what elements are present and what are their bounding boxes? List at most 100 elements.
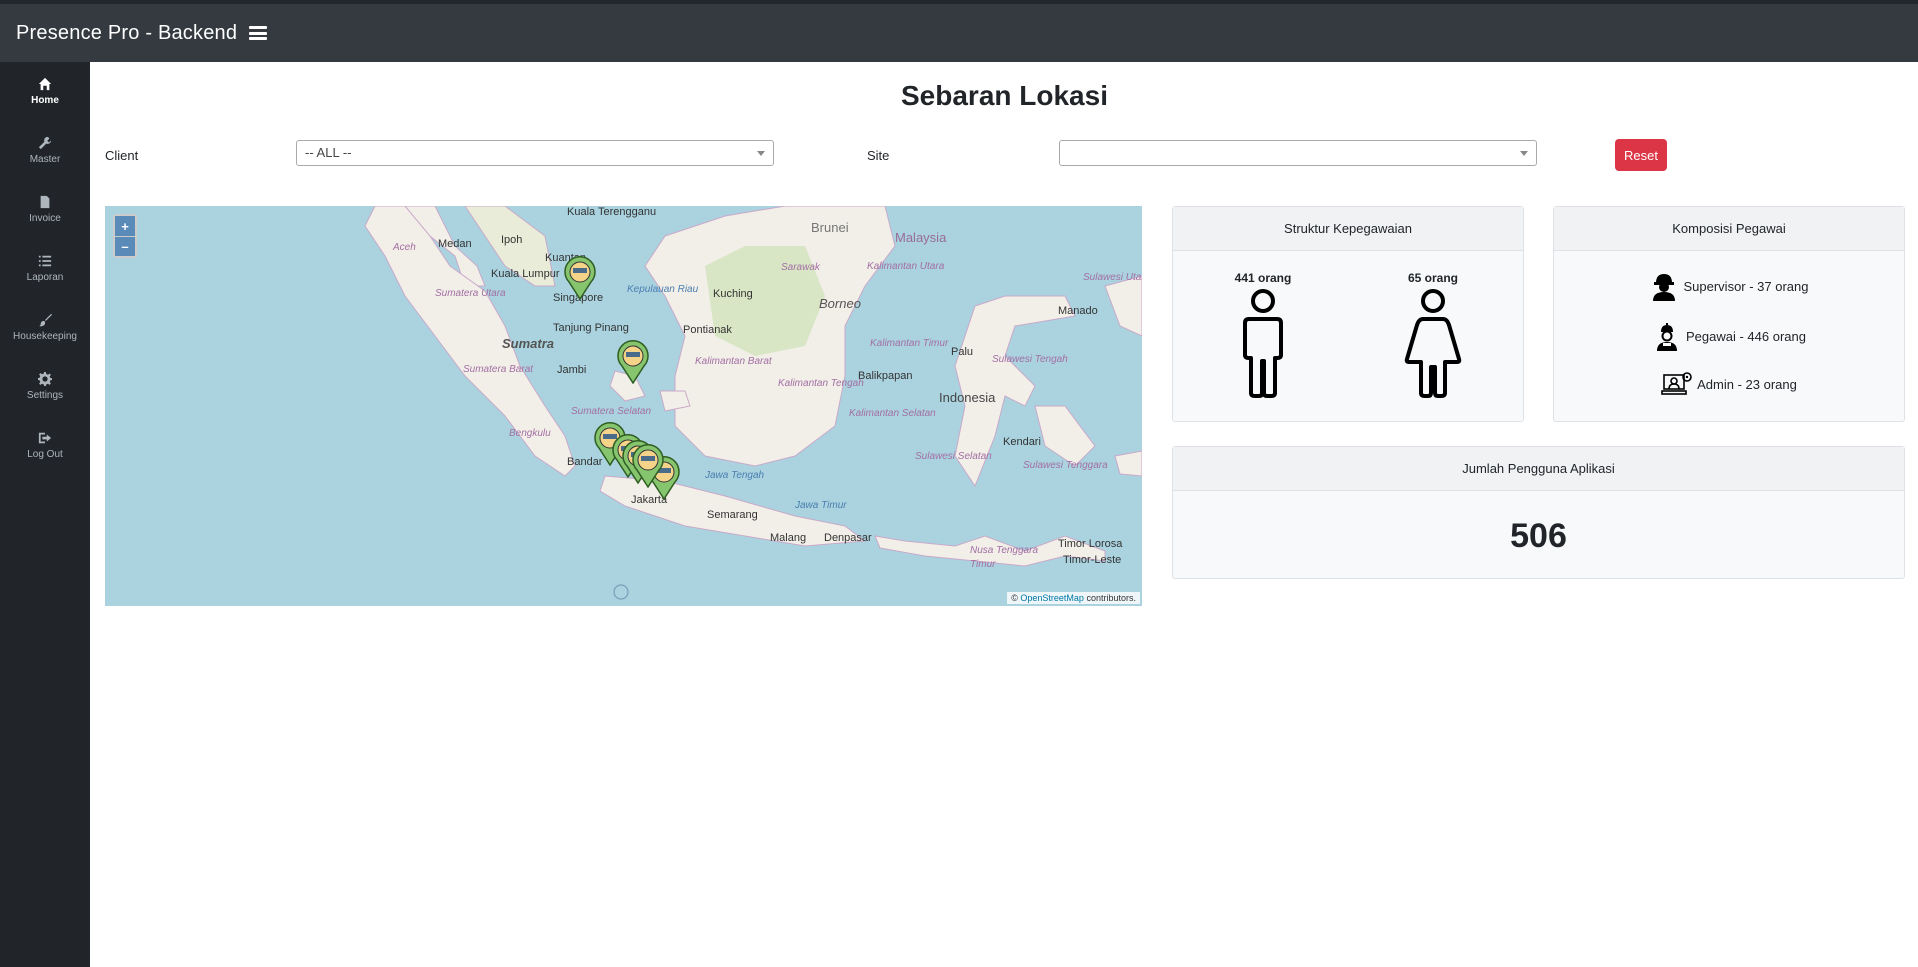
client-label: Client: [105, 148, 139, 163]
sidebar-item-label: Master: [29, 154, 61, 165]
map-label: Timor Lorosa: [1058, 538, 1123, 550]
female-count: 65 orang: [1407, 271, 1458, 285]
map-label: Kalimantan Selatan: [849, 408, 936, 419]
sidebar-item-master[interactable]: Master: [0, 121, 90, 180]
map-label: Denpasar: [824, 532, 872, 544]
chevron-down-icon: [1520, 151, 1528, 156]
komposisi-card: Komposisi Pegawai Supervisor - 37 orang …: [1553, 206, 1905, 422]
client-select[interactable]: -- ALL --: [296, 140, 774, 166]
pegawai-text: Pegawai - 446 orang: [1686, 328, 1806, 344]
client-select-value: -- ALL --: [305, 145, 352, 160]
map-label: Kalimantan Tengah: [778, 378, 864, 389]
brush-icon: [38, 313, 52, 327]
supervisor-icon: [1653, 274, 1676, 301]
map-label: Kuching: [713, 288, 753, 300]
map-label: Brunei: [811, 220, 849, 235]
sidebar-item-label: Settings: [26, 390, 64, 401]
top-navbar: Presence Pro - Backend: [0, 0, 1918, 62]
wrench-icon: [38, 136, 52, 150]
sidebar-item-settings[interactable]: Settings: [0, 357, 90, 416]
male-icon: [1243, 289, 1283, 398]
sidebar-item-label: Laporan: [26, 272, 64, 283]
zoom-out-button[interactable]: –: [115, 236, 135, 256]
worker-icon: [1657, 323, 1677, 351]
chevron-down-icon: [757, 151, 765, 156]
main-content: Sebaran Lokasi Client -- ALL -- Site Res…: [90, 62, 1918, 967]
map-label: Jambi: [557, 364, 587, 376]
list-icon: [38, 255, 52, 267]
supervisor-text: Supervisor - 37 orang: [1683, 278, 1809, 294]
pengguna-card-title: Jumlah Pengguna Aplikasi: [1173, 447, 1904, 491]
map-label: Kuala Terengganu: [567, 206, 657, 218]
site-select[interactable]: [1059, 140, 1537, 166]
map-label: Manado: [1058, 305, 1098, 317]
pengguna-count: 506: [1510, 517, 1567, 555]
map-label: Kuala Lumpur: [491, 268, 560, 280]
sidebar-item-logout[interactable]: Log Out: [0, 416, 90, 475]
sidebar-item-label: Housekeeping: [13, 331, 77, 342]
admin-icon: [1661, 372, 1692, 395]
logout-icon: [38, 432, 52, 444]
map-label: Sumatera Selatan: [571, 406, 652, 417]
gear-icon: [38, 372, 52, 386]
map-label: Pontianak: [683, 324, 732, 336]
location-marker[interactable]: [631, 444, 665, 488]
map-label: Medan: [438, 238, 472, 250]
map-label: Jawa Timur: [795, 500, 847, 511]
map-label: Palu: [951, 346, 974, 358]
female-stat: 65 orang: [1383, 271, 1483, 399]
sidebar-item-laporan[interactable]: Laporan: [0, 239, 90, 298]
map-label: Nusa Tenggara Timur: [970, 545, 1039, 570]
struktur-card-title: Struktur Kepegawaian: [1173, 207, 1523, 251]
pegawai-row: Pegawai - 446 orang: [1554, 321, 1904, 351]
map-label: Bengkulu: [509, 428, 551, 439]
map-label: Semarang: [707, 509, 758, 521]
map-label: Jawa Tengah: [705, 470, 765, 481]
map-label: Sulawesi Tengah: [992, 354, 1068, 365]
location-marker[interactable]: [616, 340, 650, 384]
male-count: 441 orang: [1234, 271, 1292, 285]
map-label: Aceh: [393, 242, 416, 253]
home-icon: [38, 77, 52, 91]
location-map[interactable]: Kuala Terengganu Brunei Malaysia Medan A…: [105, 206, 1142, 606]
map-label: Kepulauan Riau: [627, 284, 699, 295]
map-label: Malaysia: [895, 230, 947, 245]
map-label: Sarawak: [781, 262, 820, 273]
page-title: Sebaran Lokasi: [901, 80, 1108, 111]
reset-button[interactable]: Reset: [1615, 139, 1667, 171]
map-label: Malang: [770, 532, 807, 544]
sidebar-item-invoice[interactable]: Invoice: [0, 180, 90, 239]
admin-text: Admin - 23 orang: [1697, 376, 1797, 392]
openstreetmap-link[interactable]: OpenStreetMap: [1020, 593, 1084, 603]
attribution-suffix: contributors.: [1086, 593, 1136, 603]
attribution-prefix: ©: [1011, 593, 1018, 603]
menu-toggle-icon[interactable]: [249, 26, 268, 40]
site-label: Site: [867, 148, 890, 163]
komposisi-card-title: Komposisi Pegawai: [1554, 207, 1904, 251]
admin-row: Admin - 23 orang: [1554, 369, 1904, 399]
map-label: Sumatera Utara: [435, 288, 506, 299]
sidebar-item-label: Home: [31, 95, 59, 106]
map-label: Sulawesi Tenggara: [1023, 460, 1108, 471]
sidebar-item-home[interactable]: Home: [0, 62, 90, 121]
location-marker[interactable]: [563, 256, 597, 300]
map-label: Kalimantan Timur: [870, 338, 949, 349]
sidebar: Home Master Invoice Laporan Housekeeping…: [0, 62, 90, 967]
app-title: Presence Pro - Backend: [16, 21, 238, 44]
map-label: Borneo: [819, 296, 861, 311]
map-label: Indonesia: [939, 390, 996, 405]
sidebar-item-housekeeping[interactable]: Housekeeping: [0, 298, 90, 357]
map-label: Sulawesi Utara: [1083, 272, 1142, 283]
map-attribution: © OpenStreetMap contributors.: [1007, 592, 1140, 604]
struktur-card: Struktur Kepegawaian 441 orang 65 orang: [1172, 206, 1524, 422]
map-label: Sumatera Barat: [463, 364, 534, 375]
map-label: Ipoh: [501, 234, 523, 246]
pengguna-card: Jumlah Pengguna Aplikasi 506: [1172, 446, 1905, 579]
male-stat: 441 orang: [1213, 271, 1313, 399]
file-icon: [40, 195, 50, 209]
map-label: Sumatra: [502, 336, 555, 351]
map-zoom-control: + –: [113, 214, 137, 258]
map-label: Sulawesi Selatan: [915, 451, 992, 462]
zoom-in-button[interactable]: +: [115, 216, 135, 236]
sidebar-item-label: Log Out: [27, 449, 63, 460]
